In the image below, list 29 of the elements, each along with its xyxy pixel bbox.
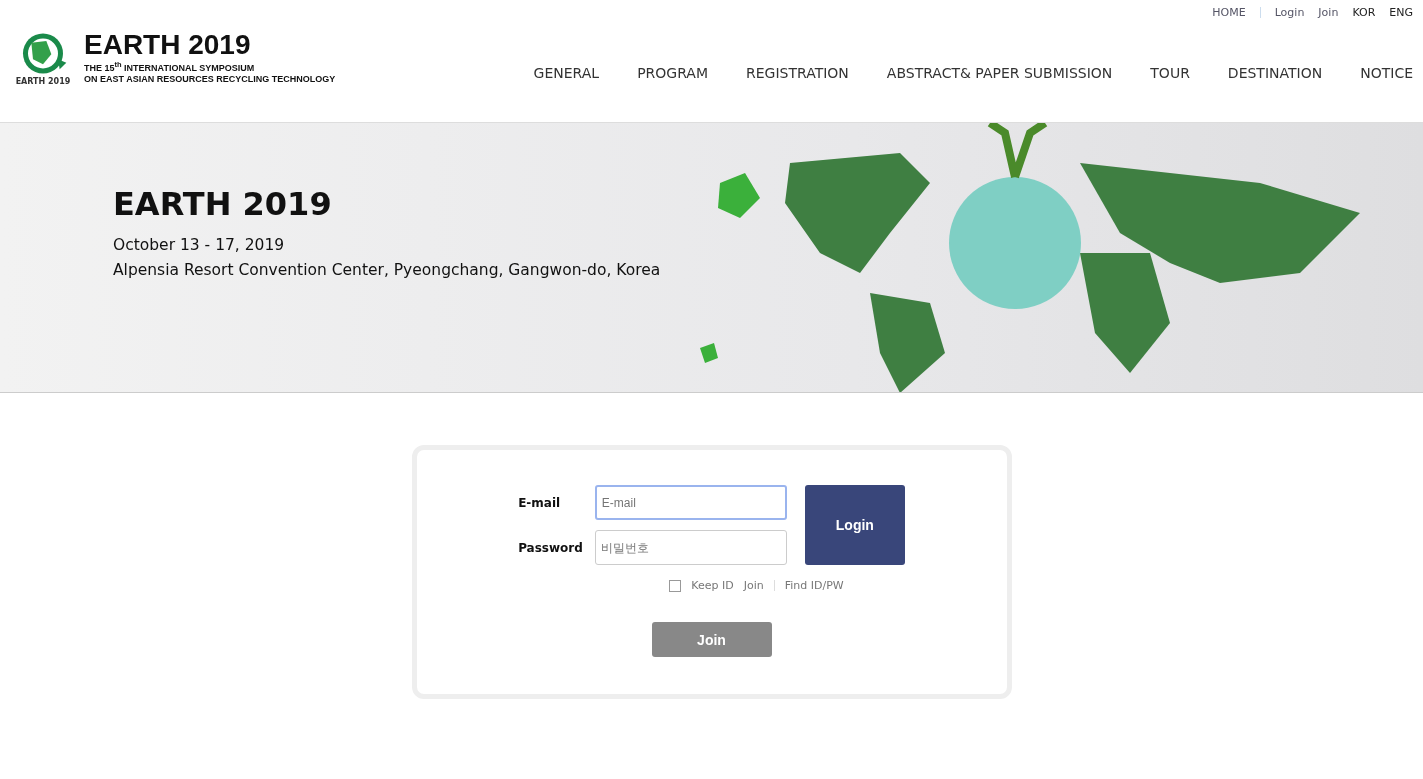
top-link[interactable]: HOME [1212,6,1246,19]
email-field[interactable]: E-mail [594,485,787,520]
nav-link[interactable]: GENERAL [533,65,600,81]
keep-id-label: Keep ID [691,579,734,592]
join-button[interactable]: Join [651,622,772,657]
password-label: Password [518,540,583,555]
language-link[interactable]: ENG [1389,6,1413,19]
logo-badge-text: EARTH 2019 [15,76,71,86]
top-link[interactable]: Login [1274,6,1305,19]
banner-date: October 13 - 17, 2019 [113,235,286,256]
logo-subtitle: THE 15$^{th}$ INTERNATIONAL SYMPOSIUM [84,59,256,74]
nav-link[interactable]: REGISTRATION [746,65,849,81]
nav-link[interactable]: PROGRAM [637,65,708,81]
nav-link[interactable]: TOUR [1150,65,1190,81]
join-link[interactable]: Join [743,579,764,592]
logo-title: EARTH 2019 [84,31,252,59]
find-id-link[interactable]: Find ID/PW [784,579,844,592]
language-link[interactable]: KOR [1352,6,1376,19]
banner-title: EARTH 2019 [113,185,333,223]
password-field[interactable]: 비밀번호 [594,530,787,565]
top-link[interactable]: Join [1318,6,1339,19]
keep-id-checkbox[interactable] [669,579,682,592]
banner-venue: Alpensia Resort Convention Center, Pyeongchang, Gangwon-do, Korea [113,260,661,281]
login-button[interactable]: Login [804,485,905,565]
nav-link[interactable]: DESTINATION [1227,65,1323,81]
logo-subtitle: ON EAST ASIAN RESOURCES RECYCLING TECHNOLOGY [84,74,336,85]
nav-link[interactable]: NOTICE [1360,65,1413,81]
email-label: E-mail [518,495,562,510]
nav-link[interactable]: ABSTRACT& PAPER SUBMISSION [886,65,1113,81]
